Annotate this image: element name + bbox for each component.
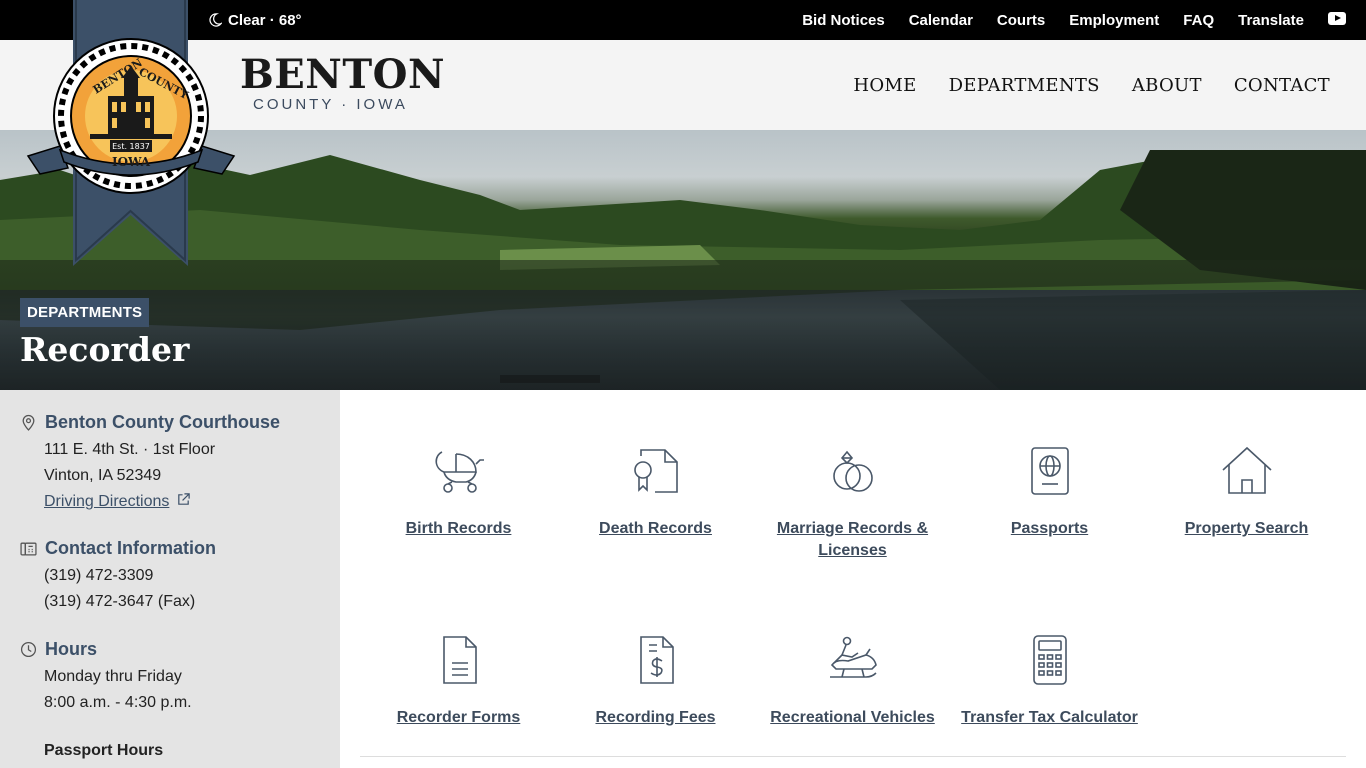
department-sidebar: Benton County Courthouse 111 E. 4th St. …	[0, 390, 340, 768]
house-icon	[1221, 446, 1272, 494]
tile-label: Property Search	[1184, 520, 1309, 537]
contact-block: Contact Information (319) 472-3309 (319)…	[20, 538, 216, 615]
tile-death-records[interactable]: Death Records	[557, 444, 754, 540]
tile-birth-records[interactable]: Birth Records	[360, 444, 557, 540]
location-block: Benton County Courthouse 111 E. 4th St. …	[20, 412, 280, 515]
youtube-icon[interactable]	[1328, 11, 1346, 29]
main-nav: HOME DEPARTMENTS ABOUT CONTACT	[853, 40, 1330, 130]
tile-recorder-forms[interactable]: Recorder Forms	[360, 633, 557, 729]
passport-icon	[1030, 447, 1069, 495]
faq-link[interactable]: FAQ	[1183, 12, 1214, 29]
location-heading: Benton County Courthouse	[20, 412, 280, 433]
brand-name: BENTON	[240, 51, 446, 98]
site-brand[interactable]: BENTON COUNTY · IOWA	[240, 51, 446, 114]
hours-times: 8:00 a.m. - 4:30 p.m.	[44, 694, 192, 711]
seal-est: Est. 1837	[112, 142, 150, 151]
driving-directions-link[interactable]: Driving Directions	[44, 493, 169, 510]
tile-marriage-records[interactable]: Marriage Records & Licenses	[754, 444, 951, 562]
tile-label: Birth Records	[405, 520, 512, 537]
brand-subtitle: COUNTY · IOWA	[253, 96, 408, 113]
address-line-1: 111 E. 4th St. · 1st Floor	[44, 441, 216, 458]
driving-directions-row: Driving Directions	[44, 489, 280, 515]
passport-hours-heading: Passport Hours	[44, 742, 164, 759]
content-divider	[360, 756, 1346, 757]
weather-widget: Clear · 68°	[208, 0, 302, 40]
baby-carriage-icon	[434, 451, 484, 493]
contact-heading: Contact Information	[20, 538, 216, 559]
external-link-icon	[178, 493, 190, 505]
nav-about[interactable]: ABOUT	[1132, 75, 1202, 96]
county-seal-logo[interactable]: BENTON COUNTY Est. 1837 IOWA	[20, 38, 242, 198]
rings-icon	[832, 450, 873, 492]
translate-link[interactable]: Translate	[1238, 12, 1304, 29]
bid-notices-link[interactable]: Bid Notices	[802, 12, 885, 29]
section-badge[interactable]: DEPARTMENTS	[20, 298, 150, 327]
tile-label: Recorder Forms	[396, 709, 521, 726]
utility-links: Bid Notices Calendar Courts Employment F…	[802, 0, 1346, 40]
map-pin-icon	[22, 414, 35, 431]
document-icon	[442, 636, 477, 684]
utility-bar: Clear · 68° Bid Notices Calendar Courts …	[0, 0, 1366, 40]
phone-number[interactable]: (319) 472-3309	[44, 563, 216, 589]
snowmobile-icon	[829, 636, 877, 678]
nav-contact[interactable]: CONTACT	[1234, 75, 1330, 96]
tile-property-search[interactable]: Property Search	[1148, 444, 1345, 540]
calendar-link[interactable]: Calendar	[909, 12, 973, 29]
fee-document-icon	[639, 636, 674, 684]
tile-label: Recording Fees	[595, 709, 716, 726]
tile-recreational-vehicles[interactable]: Recreational Vehicles	[754, 633, 951, 729]
hours-heading: Hours	[20, 639, 192, 660]
tile-label: Marriage Records & Licenses	[776, 520, 929, 559]
seal-state: IOWA	[112, 155, 151, 169]
certificate-icon	[633, 449, 678, 493]
nav-departments[interactable]: DEPARTMENTS	[949, 75, 1100, 96]
tile-label: Transfer Tax Calculator	[961, 709, 1138, 726]
employment-link[interactable]: Employment	[1069, 12, 1159, 29]
hours-days: Monday thru Friday	[44, 668, 182, 685]
clock-icon	[20, 641, 37, 658]
fax-phone-icon	[20, 542, 37, 556]
moon-icon	[209, 13, 222, 27]
courts-link[interactable]: Courts	[997, 12, 1045, 29]
tile-label: Death Records	[599, 520, 712, 537]
tile-passports[interactable]: Passports	[951, 444, 1148, 540]
page-title: Recorder	[20, 330, 190, 369]
fax-number: (319) 472-3647 (Fax)	[44, 593, 196, 610]
calculator-icon	[1032, 635, 1067, 685]
nav-home[interactable]: HOME	[853, 75, 916, 96]
tile-recording-fees[interactable]: Recording Fees	[557, 633, 754, 729]
address-line-2: Vinton, IA 52349	[44, 467, 162, 484]
tile-label: Recreational Vehicles	[770, 709, 935, 726]
tile-transfer-tax-calculator[interactable]: Transfer Tax Calculator	[951, 633, 1148, 729]
hours-block: Hours Monday thru Friday 8:00 a.m. - 4:3…	[20, 639, 192, 760]
tile-label: Passports	[1010, 520, 1089, 537]
weather-text: Clear · 68°	[228, 11, 302, 29]
service-tiles: Birth Records Death Records Marriage Rec…	[340, 390, 1366, 768]
